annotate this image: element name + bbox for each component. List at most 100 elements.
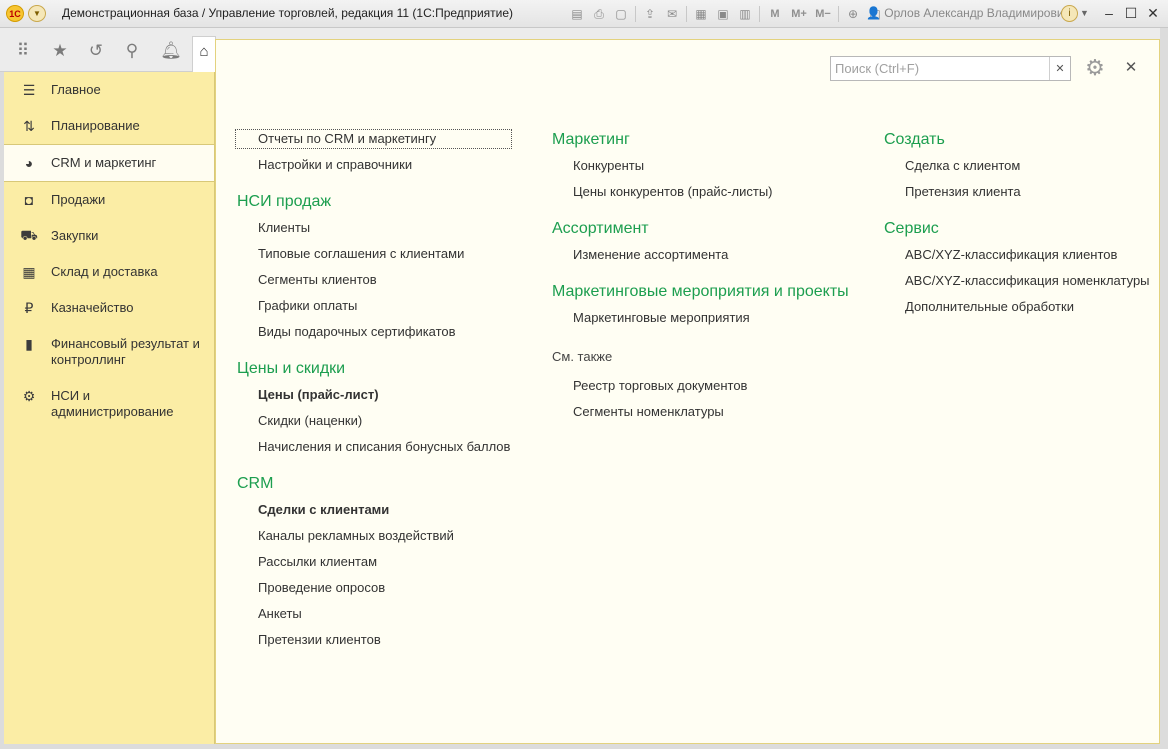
link-settings[interactable]: Настройки и справочники — [237, 157, 510, 173]
title-bar: 1С ▼ Демонстрационная база / Управление … — [0, 0, 1168, 28]
save-icon[interactable]: ▤ — [566, 4, 588, 24]
link-nomenclature-segments[interactable]: Сегменты номенклатуры — [552, 404, 849, 420]
info-icon[interactable]: i — [1061, 5, 1078, 22]
toolbar-separator — [759, 6, 760, 22]
current-user[interactable]: 👤 Орлов Александр Владимирович — [866, 6, 1070, 20]
ruble-icon: ₽ — [24, 299, 34, 316]
group-title: Маркетинговые мероприятия и проекты — [552, 283, 849, 300]
app-logo-icon[interactable]: 1С — [6, 5, 24, 22]
sections-sidebar: ☰ Главное ⇅ Планирование ◕ CRM и маркети… — [4, 72, 215, 744]
link-clients[interactable]: Клиенты — [237, 220, 510, 236]
window-frame — [1160, 28, 1168, 749]
link-payment-schedules[interactable]: Графики оплаты — [237, 298, 510, 314]
gear-icon: ⚙ — [22, 387, 36, 404]
link-competitors[interactable]: Конкуренты — [552, 158, 849, 174]
clear-search-icon[interactable]: ✕ — [1049, 57, 1070, 80]
spreadsheet-icon[interactable]: ▦ — [690, 4, 712, 24]
group-title: CRM — [237, 475, 274, 492]
link-mailings[interactable]: Рассылки клиентам — [237, 554, 510, 570]
home-tab-icon[interactable]: ⌂ — [192, 36, 216, 72]
sidebar-item-label: Планирование — [51, 118, 140, 133]
warehouse-icon: ▦ — [22, 263, 36, 280]
toolbar-separator — [635, 6, 636, 22]
print-icon[interactable]: ⎙ — [588, 4, 610, 24]
sidebar-item-label: НСИ и администрирование — [51, 388, 174, 419]
link-new-deal[interactable]: Сделка с клиентом — [884, 158, 1150, 174]
group-nsi-sales: НСИ продаж Клиенты Типовые соглашения с … — [237, 192, 510, 340]
sidebar-item-label: Финансовый результат и контроллинг — [51, 336, 200, 367]
memory-button[interactable]: M — [763, 4, 787, 24]
link-assortment-change[interactable]: Изменение ассортимента — [552, 247, 849, 263]
sidebar-item-warehouse[interactable]: ▦ Склад и доставка — [4, 254, 214, 290]
toolbar-separator — [686, 6, 687, 22]
preview-icon[interactable]: ▢ — [610, 4, 632, 24]
link-deals[interactable]: Сделки с клиентами — [237, 502, 510, 518]
link-surveys[interactable]: Проведение опросов — [237, 580, 510, 596]
memory-minus-button[interactable]: M− — [811, 4, 835, 24]
sidebar-item-admin[interactable]: ⚙ НСИ и администрирование — [4, 378, 214, 430]
link-competitor-prices[interactable]: Цены конкурентов (прайс-листы) — [552, 184, 849, 200]
calculator-icon[interactable]: ▥ — [734, 4, 756, 24]
menu-icon: ☰ — [22, 81, 36, 98]
group-title: См. также — [552, 349, 613, 364]
search-icon[interactable]: ⚲ — [119, 38, 145, 64]
apps-grid-icon[interactable]: ⠿ — [10, 38, 36, 64]
sidebar-item-treasury[interactable]: ₽ Казначейство — [4, 290, 214, 326]
sidebar-item-label: Казначейство — [51, 300, 134, 315]
link-new-claim[interactable]: Претензия клиента — [884, 184, 1150, 200]
memory-plus-button[interactable]: M+ — [787, 4, 811, 24]
link-trade-documents[interactable]: Реестр торговых документов — [552, 378, 849, 394]
close-icon[interactable]: ✕ — [1122, 58, 1140, 76]
group-title: Создать — [884, 131, 945, 148]
main-menu-icon[interactable]: ▼ — [28, 5, 46, 22]
sidebar-item-finance[interactable]: ▮ Финансовый результат и контроллинг — [4, 326, 214, 378]
maximize-icon[interactable]: ☐ — [1120, 3, 1142, 23]
link-agreements[interactable]: Типовые соглашения с клиентами — [237, 246, 510, 262]
minimize-icon[interactable]: – — [1098, 3, 1120, 23]
link-abc-clients[interactable]: ABC/XYZ-классификация клиентов — [884, 247, 1150, 263]
group-service: Сервис ABC/XYZ-классификация клиентов AB… — [884, 219, 1150, 315]
group-title: Цены и скидки — [237, 360, 346, 377]
sidebar-item-sales[interactable]: ◘ Продажи — [4, 182, 214, 218]
send-icon[interactable]: ✉ — [661, 4, 683, 24]
link-discounts[interactable]: Скидки (наценки) — [237, 413, 510, 429]
link-questionnaires[interactable]: Анкеты — [237, 606, 510, 622]
history-icon[interactable]: ↺ — [83, 38, 109, 64]
sidebar-item-label: Продажи — [51, 192, 106, 207]
sidebar-item-label: Склад и доставка — [51, 264, 158, 279]
link-bonus-points[interactable]: Начисления и списания бонусных баллов — [237, 439, 510, 455]
link-marketing-events[interactable]: Маркетинговые мероприятия — [552, 310, 849, 326]
link-price-list[interactable]: Цены (прайс-лист) — [237, 387, 510, 403]
zoom-icon[interactable]: ⊕ — [842, 4, 864, 24]
link-ad-channels[interactable]: Каналы рекламных воздействий — [237, 528, 510, 544]
group-marketing-events: Маркетинговые мероприятия и проекты Марк… — [552, 282, 849, 326]
group-see-also: См. также Реестр торговых документов Сег… — [552, 348, 849, 420]
search-input[interactable] — [831, 57, 1049, 80]
window-frame — [0, 744, 1168, 749]
toolbar-separator — [838, 6, 839, 22]
link-claims[interactable]: Претензии клиентов — [237, 632, 510, 648]
sidebar-item-main[interactable]: ☰ Главное — [4, 72, 214, 108]
window-title: Демонстрационная база / Управление торго… — [62, 6, 514, 20]
settings-gear-icon[interactable]: ⚙ — [1080, 54, 1110, 82]
link-client-segments[interactable]: Сегменты клиентов — [237, 272, 510, 288]
bell-icon[interactable]: 🔔︎ — [158, 38, 184, 64]
column-2: Маркетинг Конкуренты Цены конкурентов (п… — [552, 130, 849, 430]
sidebar-item-purchases[interactable]: ⛟ Закупки — [4, 218, 214, 254]
sidebar-item-crm[interactable]: ◕ CRM и маркетинг — [4, 144, 214, 182]
favorites-star-icon[interactable]: ★ — [47, 38, 73, 64]
group-marketing: Маркетинг Конкуренты Цены конкурентов (п… — [552, 130, 849, 200]
link-gift-certificates[interactable]: Виды подарочных сертификатов — [237, 324, 510, 340]
group-prices: Цены и скидки Цены (прайс-лист) Скидки (… — [237, 359, 510, 455]
user-icon: 👤 — [866, 6, 881, 20]
calendar-icon[interactable]: ▣ — [712, 4, 734, 24]
planning-icon: ⇅ — [23, 117, 35, 134]
chevron-down-icon[interactable]: ▼ — [1080, 8, 1089, 18]
link-extra-processing[interactable]: Дополнительные обработки — [884, 299, 1150, 315]
close-window-icon[interactable]: ✕ — [1142, 3, 1164, 23]
sidebar-item-planning[interactable]: ⇅ Планирование — [4, 108, 214, 144]
link-abc-nomenclature[interactable]: ABC/XYZ-классификация номенклатуры — [884, 273, 1150, 289]
shopping-bag-icon: ◘ — [24, 192, 34, 208]
attach-icon[interactable]: ⇪ — [639, 4, 661, 24]
link-crm-reports[interactable]: Отчеты по CRM и маркетингу — [234, 129, 513, 149]
